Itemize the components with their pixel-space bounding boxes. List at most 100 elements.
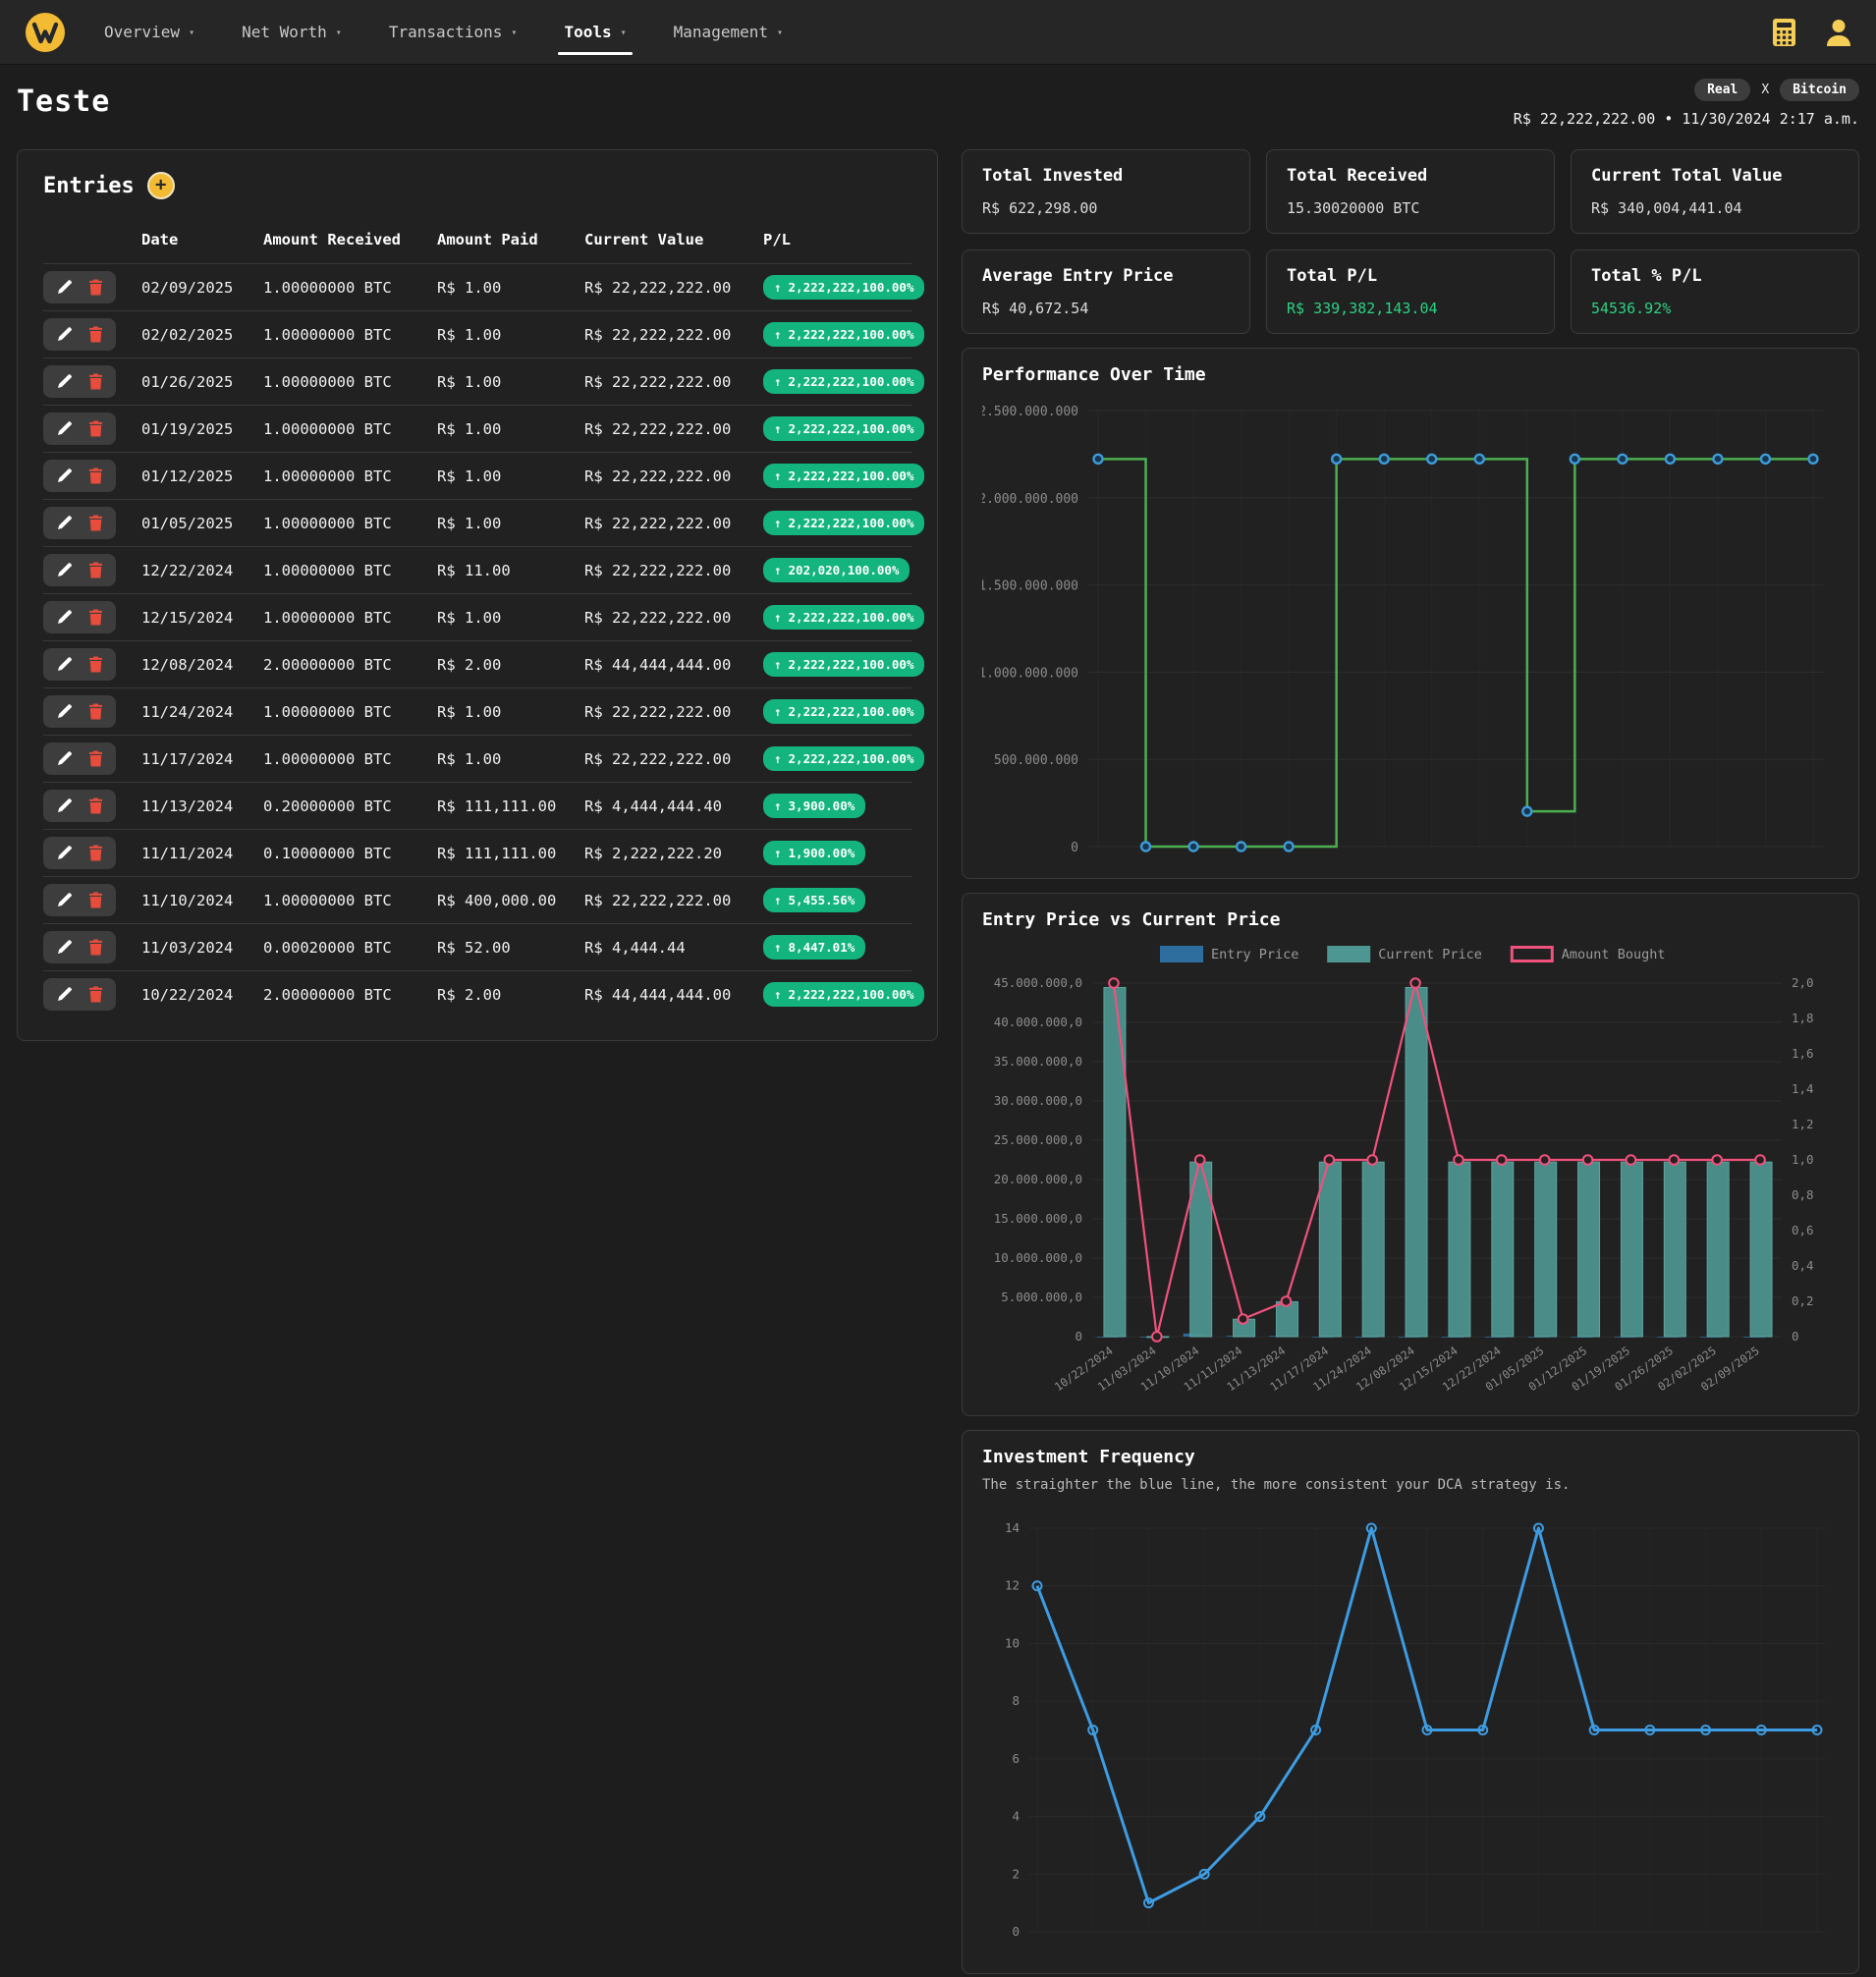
svg-text:2.000.000.000: 2.000.000.000 (982, 492, 1078, 507)
cell-date: 12/08/2024 (141, 641, 263, 688)
user-icon[interactable] (1825, 18, 1852, 47)
delete-entry-button[interactable] (88, 515, 103, 531)
row-actions (43, 318, 116, 351)
up-arrow-icon: ↑ (774, 516, 782, 530)
delete-entry-button[interactable] (88, 986, 103, 1003)
svg-text:Current Price: Current Price (1378, 947, 1482, 962)
edit-entry-button[interactable] (56, 373, 73, 390)
cell-amount-received: 1.00000000 BTC (263, 547, 437, 594)
cell-date: 11/13/2024 (141, 783, 263, 830)
edit-entry-button[interactable] (56, 420, 73, 437)
cell-amount-received: 1.00000000 BTC (263, 500, 437, 547)
nav-item-label: Management (674, 23, 768, 41)
entry-price-chart: 05.000.000,010.000.000,015.000.000,020.0… (982, 938, 1839, 1400)
cell-amount-received: 1.00000000 BTC (263, 688, 437, 736)
up-arrow-icon: ↑ (774, 940, 782, 955)
edit-icon (56, 326, 73, 343)
pl-value: 2,222,222,100.00% (789, 751, 914, 766)
chart-title-performance: Performance Over Time (982, 364, 1839, 385)
edit-entry-button[interactable] (56, 845, 73, 861)
nav-item-net-worth[interactable]: Net Worth ▾ (242, 0, 342, 64)
edit-entry-button[interactable] (56, 562, 73, 578)
pl-value: 2,222,222,100.00% (789, 657, 914, 672)
delete-entry-button[interactable] (88, 939, 103, 956)
delete-entry-button[interactable] (88, 420, 103, 437)
delete-entry-button[interactable] (88, 750, 103, 767)
edit-entry-button[interactable] (56, 892, 73, 908)
stat-label: Current Total Value (1591, 166, 1839, 186)
main-layout: Entries + Date Amount Received Amount Pa… (17, 149, 1859, 1974)
svg-text:40.000.000,0: 40.000.000,0 (994, 1015, 1082, 1029)
edit-entry-button[interactable] (56, 986, 73, 1003)
cell-amount-received: 0.00020000 BTC (263, 924, 437, 971)
edit-entry-button[interactable] (56, 515, 73, 531)
svg-text:1.500.000.000: 1.500.000.000 (982, 579, 1078, 594)
nav-item-transactions[interactable]: Transactions ▾ (389, 0, 518, 64)
delete-entry-button[interactable] (88, 892, 103, 908)
edit-entry-button[interactable] (56, 279, 73, 296)
edit-entry-button[interactable] (56, 467, 73, 484)
svg-text:10.000.000,0: 10.000.000,0 (994, 1250, 1082, 1265)
cell-date: 10/22/2024 (141, 971, 263, 1018)
column-actions (43, 221, 141, 264)
delete-entry-button[interactable] (88, 467, 103, 484)
cell-amount-paid: R$ 1.00 (437, 736, 584, 783)
pl-badge: ↑8,447.01% (763, 935, 865, 960)
edit-entry-button[interactable] (56, 750, 73, 767)
svg-text:0,2: 0,2 (1792, 1293, 1814, 1308)
calculator-icon[interactable] (1771, 18, 1797, 47)
pl-value: 1,900.00% (789, 846, 855, 860)
edit-icon (56, 467, 73, 484)
edit-entry-button[interactable] (56, 656, 73, 673)
cell-current-value: R$ 22,222,222.00 (584, 406, 763, 453)
table-row: 02/09/20251.00000000 BTCR$ 1.00R$ 22,222… (43, 264, 911, 311)
delete-entry-button[interactable] (88, 326, 103, 343)
delete-entry-button[interactable] (88, 562, 103, 578)
delete-icon (88, 515, 103, 531)
delete-entry-button[interactable] (88, 656, 103, 673)
add-entry-button[interactable]: + (147, 172, 175, 199)
edit-entry-button[interactable] (56, 609, 73, 626)
cell-amount-paid: R$ 1.00 (437, 500, 584, 547)
table-row: 12/15/20241.00000000 BTCR$ 1.00R$ 22,222… (43, 594, 911, 641)
svg-text:1,8: 1,8 (1792, 1011, 1814, 1025)
cell-current-value: R$ 2,222,222.20 (584, 830, 763, 877)
svg-text:2: 2 (1012, 1866, 1020, 1881)
table-row: 11/03/20240.00020000 BTCR$ 52.00R$ 4,444… (43, 924, 911, 971)
nav-item-tools[interactable]: Tools ▾ (564, 0, 626, 64)
chevron-down-icon: ▾ (189, 26, 194, 38)
edit-icon (56, 703, 73, 720)
table-row: 11/11/20240.10000000 BTCR$ 111,111.00R$ … (43, 830, 911, 877)
cell-amount-paid: R$ 2.00 (437, 971, 584, 1018)
entry-price-chart-card: Entry Price vs Current Price 05.000.000,… (962, 893, 1859, 1416)
pl-badge: ↑2,222,222,100.00% (763, 746, 924, 771)
cell-date: 12/22/2024 (141, 547, 263, 594)
edit-entry-button[interactable] (56, 939, 73, 956)
delete-icon (88, 279, 103, 296)
delete-icon (88, 845, 103, 861)
nav-item-overview[interactable]: Overview ▾ (104, 0, 194, 64)
edit-icon (56, 986, 73, 1003)
delete-entry-button[interactable] (88, 373, 103, 390)
delete-entry-button[interactable] (88, 609, 103, 626)
column-current-value: Current Value (584, 221, 763, 264)
up-arrow-icon: ↑ (774, 280, 782, 295)
edit-entry-button[interactable] (56, 797, 73, 814)
delete-entry-button[interactable] (88, 845, 103, 861)
asset-pair: Real X Bitcoin (1694, 79, 1859, 101)
stat-label: Total Received (1287, 166, 1534, 186)
delete-entry-button[interactable] (88, 279, 103, 296)
edit-entry-button[interactable] (56, 326, 73, 343)
svg-text:14: 14 (1005, 1520, 1020, 1535)
table-row: 01/26/20251.00000000 BTCR$ 1.00R$ 22,222… (43, 358, 911, 406)
pl-badge: ↑2,222,222,100.00% (763, 322, 924, 347)
svg-text:0: 0 (1792, 1329, 1799, 1344)
delete-entry-button[interactable] (88, 703, 103, 720)
cell-current-value: R$ 22,222,222.00 (584, 311, 763, 358)
delete-entry-button[interactable] (88, 797, 103, 814)
edit-entry-button[interactable] (56, 703, 73, 720)
edit-icon (56, 609, 73, 626)
nav-item-management[interactable]: Management ▾ (674, 0, 783, 64)
row-actions (43, 884, 116, 916)
svg-text:1,6: 1,6 (1792, 1046, 1814, 1061)
